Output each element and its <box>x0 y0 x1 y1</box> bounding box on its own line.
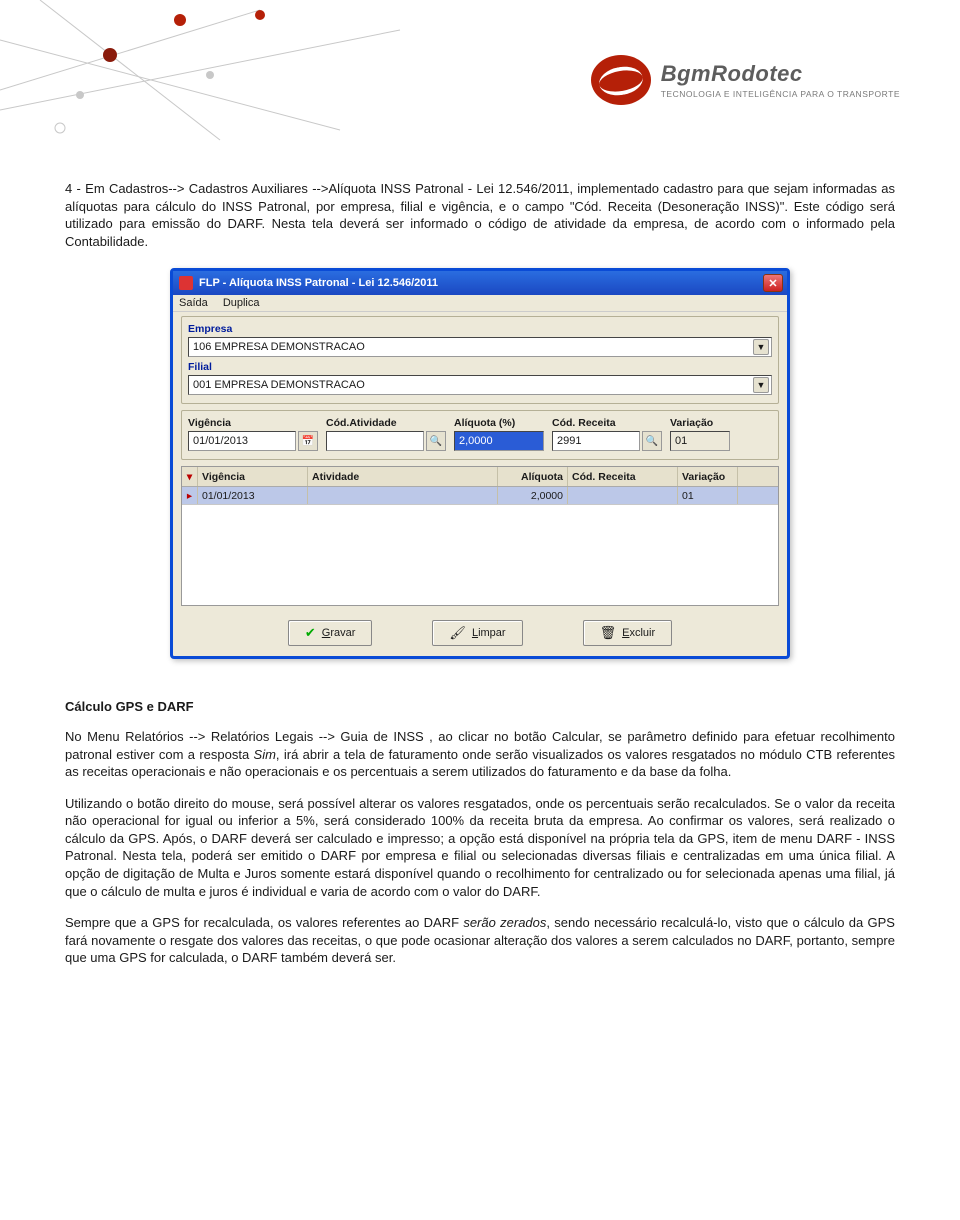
col-vigencia[interactable]: Vigência <box>198 467 308 486</box>
limpar-button[interactable]: 🖌 Limpar <box>432 620 522 646</box>
row-marker-header[interactable]: ▾ <box>182 467 198 486</box>
btn-excluir-label: Excluir <box>622 627 655 639</box>
label-cod-receita: Cód. Receita <box>552 417 662 429</box>
cell-atividade <box>308 487 498 504</box>
btn-gravar-label: Gravar <box>322 627 356 639</box>
logo-mark-icon <box>591 55 651 105</box>
col-atividade[interactable]: Atividade <box>308 467 498 486</box>
input-cod-receita[interactable]: 2991 <box>552 431 640 451</box>
input-variacao: 01 <box>670 431 730 451</box>
chevron-down-icon[interactable]: ▼ <box>753 339 769 355</box>
input-cod-atividade[interactable] <box>326 431 424 451</box>
check-icon: ✔ <box>305 625 316 641</box>
data-grid[interactable]: ▾ Vigência Atividade Alíquota Cód. Recei… <box>181 466 779 606</box>
chevron-down-icon[interactable]: ▼ <box>753 377 769 393</box>
header-decoration: BgmRodotec TECNOLOGIA E INTELIGÊNCIA PAR… <box>0 0 960 150</box>
col-variacao[interactable]: Variação <box>678 467 738 486</box>
search-icon[interactable]: 🔍 <box>642 431 662 451</box>
value-filial: 001 EMPRESA DEMONSTRACAO <box>193 379 753 391</box>
titlebar[interactable]: FLP - Alíquota INSS Patronal - Lei 12.54… <box>173 271 787 295</box>
window-title: FLP - Alíquota INSS Patronal - Lei 12.54… <box>199 277 438 289</box>
cell-vigencia: 01/01/2013 <box>198 487 308 504</box>
calendar-icon[interactable]: 📅 <box>298 431 318 451</box>
menubar: Saída Duplica <box>173 295 787 312</box>
intro-paragraph: 4 - Em Cadastros--> Cadastros Auxiliares… <box>65 180 895 250</box>
label-filial: Filial <box>188 361 772 373</box>
brush-icon: 🖌 <box>449 625 466 641</box>
body-paragraph-1: No Menu Relatórios --> Relatórios Legais… <box>65 728 895 781</box>
value-empresa: 106 EMPRESA DEMONSTRACAO <box>193 341 753 353</box>
dropdown-filial[interactable]: 001 EMPRESA DEMONSTRACAO ▼ <box>188 375 772 395</box>
menu-saida[interactable]: Saída <box>179 297 208 309</box>
cell-variacao: 01 <box>678 487 738 504</box>
body-paragraph-2: Utilizando o botão direito do mouse, ser… <box>65 795 895 900</box>
cell-aliquota: 2,0000 <box>498 487 568 504</box>
brand-tagline: TECNOLOGIA E INTELIGÊNCIA PARA O TRANSPO… <box>661 89 900 99</box>
trash-icon: 🗑 <box>600 625 617 641</box>
btn-limpar-label: Limpar <box>472 627 506 639</box>
label-variacao: Variação <box>670 417 730 429</box>
grid-header: ▾ Vigência Atividade Alíquota Cód. Recei… <box>182 467 778 487</box>
cell-cod-receita <box>568 487 678 504</box>
dropdown-empresa[interactable]: 106 EMPRESA DEMONSTRACAO ▼ <box>188 337 772 357</box>
gravar-button[interactable]: ✔ Gravar <box>288 620 373 646</box>
input-aliquota[interactable]: 2,0000 <box>454 431 544 451</box>
brand-logo: BgmRodotec TECNOLOGIA E INTELIGÊNCIA PAR… <box>591 55 900 105</box>
label-vigencia: Vigência <box>188 417 318 429</box>
app-icon <box>179 276 193 290</box>
input-vigencia[interactable]: 01/01/2013 <box>188 431 296 451</box>
table-row[interactable]: ▸ 01/01/2013 2,0000 01 <box>182 487 778 505</box>
col-cod-receita[interactable]: Cód. Receita <box>568 467 678 486</box>
body-paragraph-3: Sempre que a GPS for recalculada, os val… <box>65 914 895 967</box>
label-empresa: Empresa <box>188 323 772 335</box>
brand-name: BgmRodotec <box>661 61 900 87</box>
row-marker-icon: ▸ <box>182 487 198 504</box>
dialog-window: FLP - Alíquota INSS Patronal - Lei 12.54… <box>170 268 790 659</box>
col-aliquota[interactable]: Alíquota <box>498 467 568 486</box>
excluir-button[interactable]: 🗑 Excluir <box>583 620 673 646</box>
menu-duplica[interactable]: Duplica <box>223 297 260 309</box>
close-button[interactable]: ✕ <box>763 274 783 292</box>
label-aliquota: Alíquota (%) <box>454 417 544 429</box>
label-cod-atividade: Cód.Atividade <box>326 417 446 429</box>
section-title: Cálculo GPS e DARF <box>65 699 895 714</box>
search-icon[interactable]: 🔍 <box>426 431 446 451</box>
